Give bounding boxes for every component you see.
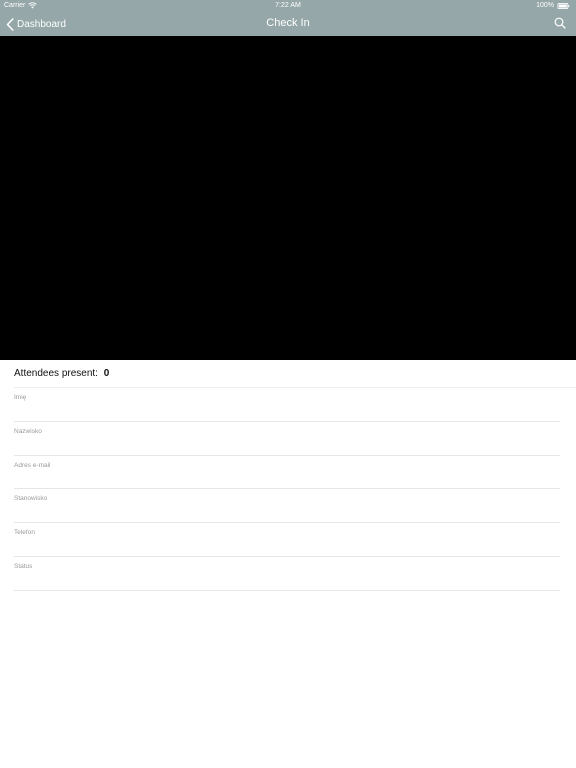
first-name-input[interactable] — [14, 402, 560, 418]
phone-input[interactable] — [14, 537, 560, 554]
phone-field[interactable]: Telefon — [14, 523, 560, 557]
status-input[interactable] — [14, 570, 560, 587]
camera-preview[interactable] — [0, 36, 576, 360]
attendees-present: Attendees present: 0 — [14, 368, 109, 379]
battery-percent: 100% — [536, 2, 554, 9]
phone-label: Telefon — [14, 529, 35, 537]
first-name-label: Imię — [14, 394, 27, 401]
battery-icon — [557, 2, 570, 9]
battery-info: 100% — [536, 2, 570, 9]
status-time: 7:22 AM — [275, 2, 301, 9]
position-input[interactable] — [14, 503, 560, 520]
first-name-field[interactable]: Imię — [14, 388, 560, 422]
email-label: Adres e-mail — [14, 461, 51, 469]
navigation-bar: Dashboard Check In — [0, 12, 576, 36]
email-input[interactable] — [14, 469, 560, 486]
status-bar: Carrier 7:22 AM 100% — [0, 0, 576, 12]
header: Carrier 7:22 AM 100% Dashboard Check In — [0, 0, 576, 36]
last-name-field[interactable]: Nazwisko — [14, 422, 560, 456]
search-icon — [554, 17, 566, 29]
position-label: Stanowisko — [14, 495, 48, 503]
status-field[interactable]: Status — [14, 557, 560, 591]
last-name-input[interactable] — [14, 435, 560, 452]
page-title: Check In — [266, 17, 310, 29]
position-field[interactable]: Stanowisko — [14, 489, 560, 524]
attendees-count: 0 — [103, 368, 110, 379]
search-button[interactable] — [554, 17, 566, 29]
email-field[interactable]: Adres e-mail — [14, 456, 560, 490]
status-label: Status — [14, 562, 33, 570]
attendees-label: Attendees present: — [14, 368, 98, 379]
check-in-form: Imię Nazwisko Adres e-mail Stanowisko Te… — [14, 388, 560, 591]
last-name-label: Nazwisko — [14, 427, 42, 435]
